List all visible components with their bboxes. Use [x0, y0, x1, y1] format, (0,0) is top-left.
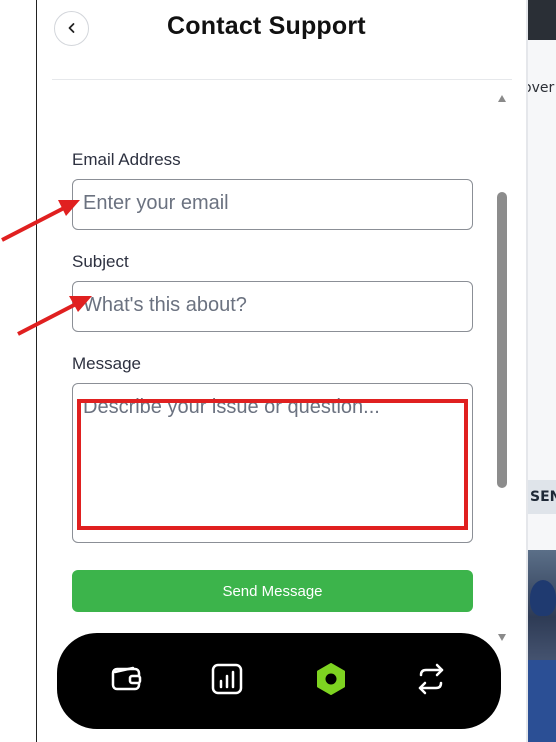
scroll-down-arrow[interactable]: [498, 634, 506, 641]
message-textarea[interactable]: Describe your issue or question...: [72, 383, 473, 543]
nav-stats[interactable]: [209, 663, 245, 699]
outside-area: [0, 0, 36, 742]
swap-arrows-icon: [415, 663, 447, 699]
photo-helmet: [530, 580, 556, 616]
back-button[interactable]: [54, 11, 89, 46]
bottom-nav: [57, 633, 501, 729]
page-title: Contact Support: [167, 12, 366, 40]
photo-jersey: [528, 660, 556, 742]
panel-right-edge: [526, 0, 528, 742]
header-divider: [52, 79, 512, 80]
contact-support-panel: Contact Support Email Address Enter your…: [37, 0, 526, 742]
scrollbar-thumb[interactable]: [497, 192, 507, 488]
chart-bars-icon: [211, 663, 243, 699]
hexagon-icon: [316, 663, 346, 699]
background-button[interactable]: SEN: [528, 480, 556, 514]
header: Contact Support: [37, 0, 526, 80]
send-message-button[interactable]: Send Message: [72, 570, 473, 612]
scroll-up-arrow[interactable]: [498, 95, 506, 102]
wallet-icon: [111, 665, 143, 697]
screen: over SEN Contact Support Email Address E…: [0, 0, 556, 742]
email-field[interactable]: Enter your email: [72, 179, 473, 230]
background-header-strip: [528, 0, 556, 40]
chevron-left-icon: [66, 19, 78, 38]
nav-swap[interactable]: [413, 663, 449, 699]
subject-field[interactable]: What's this about?: [72, 281, 473, 332]
email-label: Email Address: [72, 150, 181, 169]
subject-label: Subject: [72, 252, 129, 271]
nav-home[interactable]: [313, 663, 349, 699]
nav-wallet[interactable]: [109, 663, 145, 699]
background-photo: [528, 550, 556, 742]
message-label: Message: [72, 354, 141, 373]
